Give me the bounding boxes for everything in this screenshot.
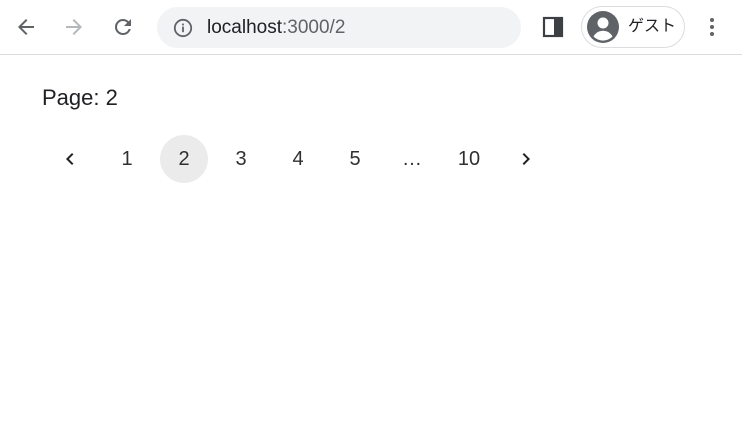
menu-button[interactable] (694, 9, 730, 45)
more-vertical-icon (710, 18, 714, 36)
browser-toolbar: localhost:3000/2 ゲスト (0, 0, 742, 55)
current-page-number: 2 (105, 85, 118, 110)
pagination-ellipsis: … (402, 147, 422, 170)
page-button-10[interactable]: 10 (445, 135, 493, 183)
previous-page-button[interactable] (46, 135, 94, 183)
side-panel-icon (542, 16, 564, 38)
profile-label: ゲスト (628, 18, 677, 35)
url-path: :3000/2 (282, 17, 346, 38)
page-content: Page: 2 1 2 3 4 5 … 10 (0, 56, 742, 439)
forward-button[interactable] (56, 9, 92, 45)
arrow-left-icon (18, 19, 34, 35)
side-panel-button[interactable] (535, 9, 571, 45)
arrow-right-icon (66, 19, 82, 35)
chevron-left-icon (66, 153, 74, 165)
next-page-button[interactable] (502, 135, 550, 183)
profile-button[interactable]: ゲスト (581, 6, 685, 48)
page-button-2-selected[interactable]: 2 (160, 135, 208, 183)
page-button-4[interactable]: 4 (274, 135, 322, 183)
page-button-5[interactable]: 5 (331, 135, 379, 183)
page-heading: Page: 2 (42, 85, 118, 111)
chevron-right-icon (522, 153, 530, 165)
url-host: localhost (207, 17, 282, 38)
info-icon[interactable] (173, 18, 193, 38)
back-button[interactable] (8, 9, 44, 45)
url-text: localhost:3000/2 (207, 7, 345, 48)
reload-icon (114, 18, 131, 35)
page-button-3[interactable]: 3 (217, 135, 265, 183)
avatar-icon (587, 11, 619, 43)
page-button-1[interactable]: 1 (103, 135, 151, 183)
page-label-prefix: Page: (42, 85, 106, 110)
address-bar[interactable]: localhost:3000/2 (157, 7, 521, 48)
reload-button[interactable] (105, 9, 141, 45)
